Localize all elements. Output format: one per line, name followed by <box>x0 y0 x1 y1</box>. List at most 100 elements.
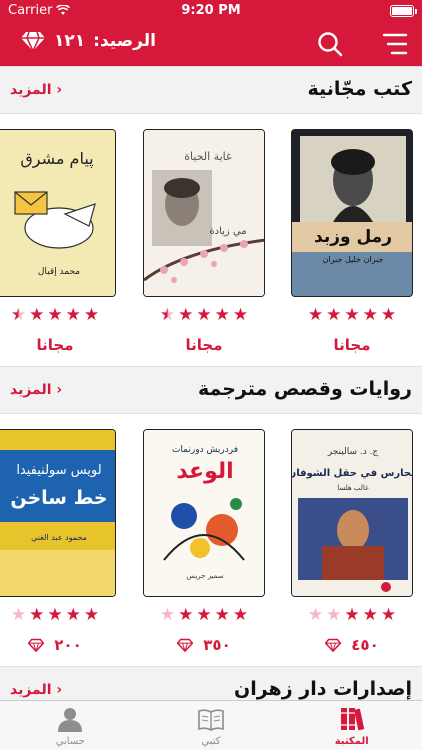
star-icon: ★ <box>196 605 212 625</box>
cover-title: غاية الحياة <box>184 150 232 163</box>
tab-account[interactable]: حسابي <box>0 701 141 750</box>
book-cover[interactable]: غاية الحياة مي زيادة <box>143 129 265 297</box>
rating-stars: ★ ★ ★ ★ ★ <box>0 307 116 324</box>
book-cover[interactable]: رمل وزبد جبران خليل جبران <box>291 129 413 297</box>
balance-label: الرصيد: <box>93 31 156 51</box>
library-icon <box>340 708 364 731</box>
book-cover[interactable]: فردريش دورنمات الوعد سمير جريس <box>143 429 265 597</box>
nav-bar: الرصيد: ١٢١ <box>0 22 422 66</box>
clock: 9:20 PM <box>181 3 241 18</box>
star-icon: ★ <box>196 305 212 325</box>
star-icon: ★ <box>159 305 176 325</box>
book-card[interactable]: لويس سولنيفيدا خط ساخن محمود عبد الغني ★… <box>0 429 116 654</box>
more-link[interactable]: ‹ المزيد <box>10 82 62 98</box>
rating-stars: ★ ★ ★ ★ ★ <box>143 307 265 324</box>
star-icon: ★ <box>344 305 360 325</box>
book-cover[interactable]: لويس سولنيفيدا خط ساخن محمود عبد الغني <box>0 429 116 597</box>
book-cover-art: رمل وزبد جبران خليل جبران <box>292 130 412 296</box>
book-card[interactable]: فردريش دورنمات الوعد سمير جريس ★ ★ ★ ★ ★ ٣٥٠ <box>143 429 265 654</box>
section-title: روايات وقصص مترجمة <box>197 378 412 400</box>
diamond-icon <box>325 638 342 652</box>
book-card[interactable]: رمل وزبد جبران خليل جبران ★ ★ ★ ★ ★ مجانا <box>291 129 413 354</box>
cover-author: لويس سولنيفيدا <box>16 463 101 478</box>
star-icon: ★ <box>214 305 230 325</box>
star-icon: ★ <box>47 605 63 625</box>
tab-bar: حسابي كتبي المكتبة <box>0 700 422 750</box>
star-icon: ★ <box>232 305 249 325</box>
hamburger-menu-icon[interactable] <box>382 32 408 56</box>
rating-stars: ★ ★ ★ ★ ★ <box>291 607 413 624</box>
star-icon: ★ <box>10 305 27 325</box>
status-bar: Carrier 9:20 PM <box>0 0 422 22</box>
book-price: مجانا <box>185 336 223 354</box>
cover-title: الوعد <box>176 459 233 484</box>
tab-my-books[interactable]: كتبي <box>141 701 282 750</box>
section-header-free-books: كتب مجّانية ‹ المزيد <box>0 66 422 114</box>
diamond-icon <box>177 638 194 652</box>
star-icon: ★ <box>29 605 45 625</box>
cover-translator: محمود عبد الغني <box>31 533 87 542</box>
shelf-free-books: رمل وزبد جبران خليل جبران ★ ★ ★ ★ ★ مجانا غا… <box>0 114 422 384</box>
book-cover-art: لويس سولنيفيدا خط ساخن محمود عبد الغني <box>0 430 115 596</box>
more-link[interactable]: ‹ المزيد <box>10 682 62 698</box>
battery-icon <box>390 5 417 17</box>
diamond-icon <box>21 31 45 52</box>
star-icon: ★ <box>83 605 100 625</box>
star-icon: ★ <box>326 605 342 625</box>
shelf-translated-novels: ج. د. سالينجر الحارس في حقل الشوفان غالب… <box>0 414 422 684</box>
tab-label: المكتبة <box>334 736 369 747</box>
star-icon: ★ <box>307 305 324 325</box>
diamond-icon <box>28 638 45 652</box>
balance-value: ١٢١ <box>54 31 86 51</box>
book-cover-art: ج. د. سالينجر الحارس في حقل الشوفان غالب… <box>292 430 412 596</box>
book-card[interactable]: غاية الحياة مي زيادة ★ ★ ★ ★ ★ مجانا <box>143 129 265 354</box>
balance[interactable]: الرصيد: ١٢١ <box>20 30 156 52</box>
section-header-translated-novels: روايات وقصص مترجمة ‹ المزيد <box>0 366 422 414</box>
star-icon: ★ <box>380 605 397 625</box>
cover-title: پيام مشرق <box>20 149 93 169</box>
book-card[interactable]: پيام مشرق محمد إقبال ★ ★ ★ ★ ★ مجانا <box>0 129 116 354</box>
book-cover-art: فردريش دورنمات الوعد سمير جريس <box>144 430 264 596</box>
book-price: مجانا <box>36 336 74 354</box>
cover-author: ج. د. سالينجر <box>327 447 379 457</box>
more-link[interactable]: ‹ المزيد <box>10 382 62 398</box>
book-cover[interactable]: ج. د. سالينجر الحارس في حقل الشوفان غالب… <box>291 429 413 597</box>
search-icon[interactable] <box>316 30 344 58</box>
rating-stars: ★ ★ ★ ★ ★ <box>291 307 413 324</box>
tab-label: كتبي <box>201 736 221 747</box>
cover-title: خط ساخن <box>10 487 107 509</box>
star-icon: ★ <box>65 305 81 325</box>
book-cover[interactable]: پيام مشرق محمد إقبال <box>0 129 116 297</box>
star-icon: ★ <box>83 305 100 325</box>
cover-title: رمل وزبد <box>314 227 392 247</box>
section-title: إصدارات دار زهران <box>234 678 412 700</box>
cover-translator: غالب هلسا <box>337 484 369 492</box>
cover-author: مي زيادة <box>209 226 246 237</box>
book-price: ٢٠٠ <box>0 636 116 654</box>
cover-translator: سمير جريس <box>186 572 223 580</box>
star-icon: ★ <box>178 605 194 625</box>
book-price: ٤٥٠ <box>291 636 413 654</box>
rating-stars: ★ ★ ★ ★ ★ <box>0 607 116 624</box>
star-icon: ★ <box>362 605 378 625</box>
star-icon: ★ <box>326 305 342 325</box>
star-icon: ★ <box>178 305 194 325</box>
open-book-icon <box>198 709 224 731</box>
cover-author: فردريش دورنمات <box>172 445 238 455</box>
cover-author: محمد إقبال <box>38 267 80 277</box>
rating-stars: ★ ★ ★ ★ ★ <box>143 607 265 624</box>
star-icon: ★ <box>214 605 230 625</box>
book-cover-art: پيام مشرق محمد إقبال <box>0 130 115 296</box>
cover-author: جبران خليل جبران <box>323 255 384 264</box>
book-card[interactable]: ج. د. سالينجر الحارس في حقل الشوفان غالب… <box>291 429 413 654</box>
star-icon: ★ <box>307 605 324 625</box>
section-title: كتب مجّانية <box>307 78 412 100</box>
star-icon: ★ <box>47 305 63 325</box>
star-icon: ★ <box>29 305 45 325</box>
star-icon: ★ <box>344 605 360 625</box>
book-price: مجانا <box>333 336 371 354</box>
star-icon: ★ <box>232 605 249 625</box>
tab-library[interactable]: المكتبة <box>281 701 422 750</box>
book-cover-art: غاية الحياة مي زيادة <box>144 130 264 296</box>
tab-label: حسابي <box>55 736 85 747</box>
